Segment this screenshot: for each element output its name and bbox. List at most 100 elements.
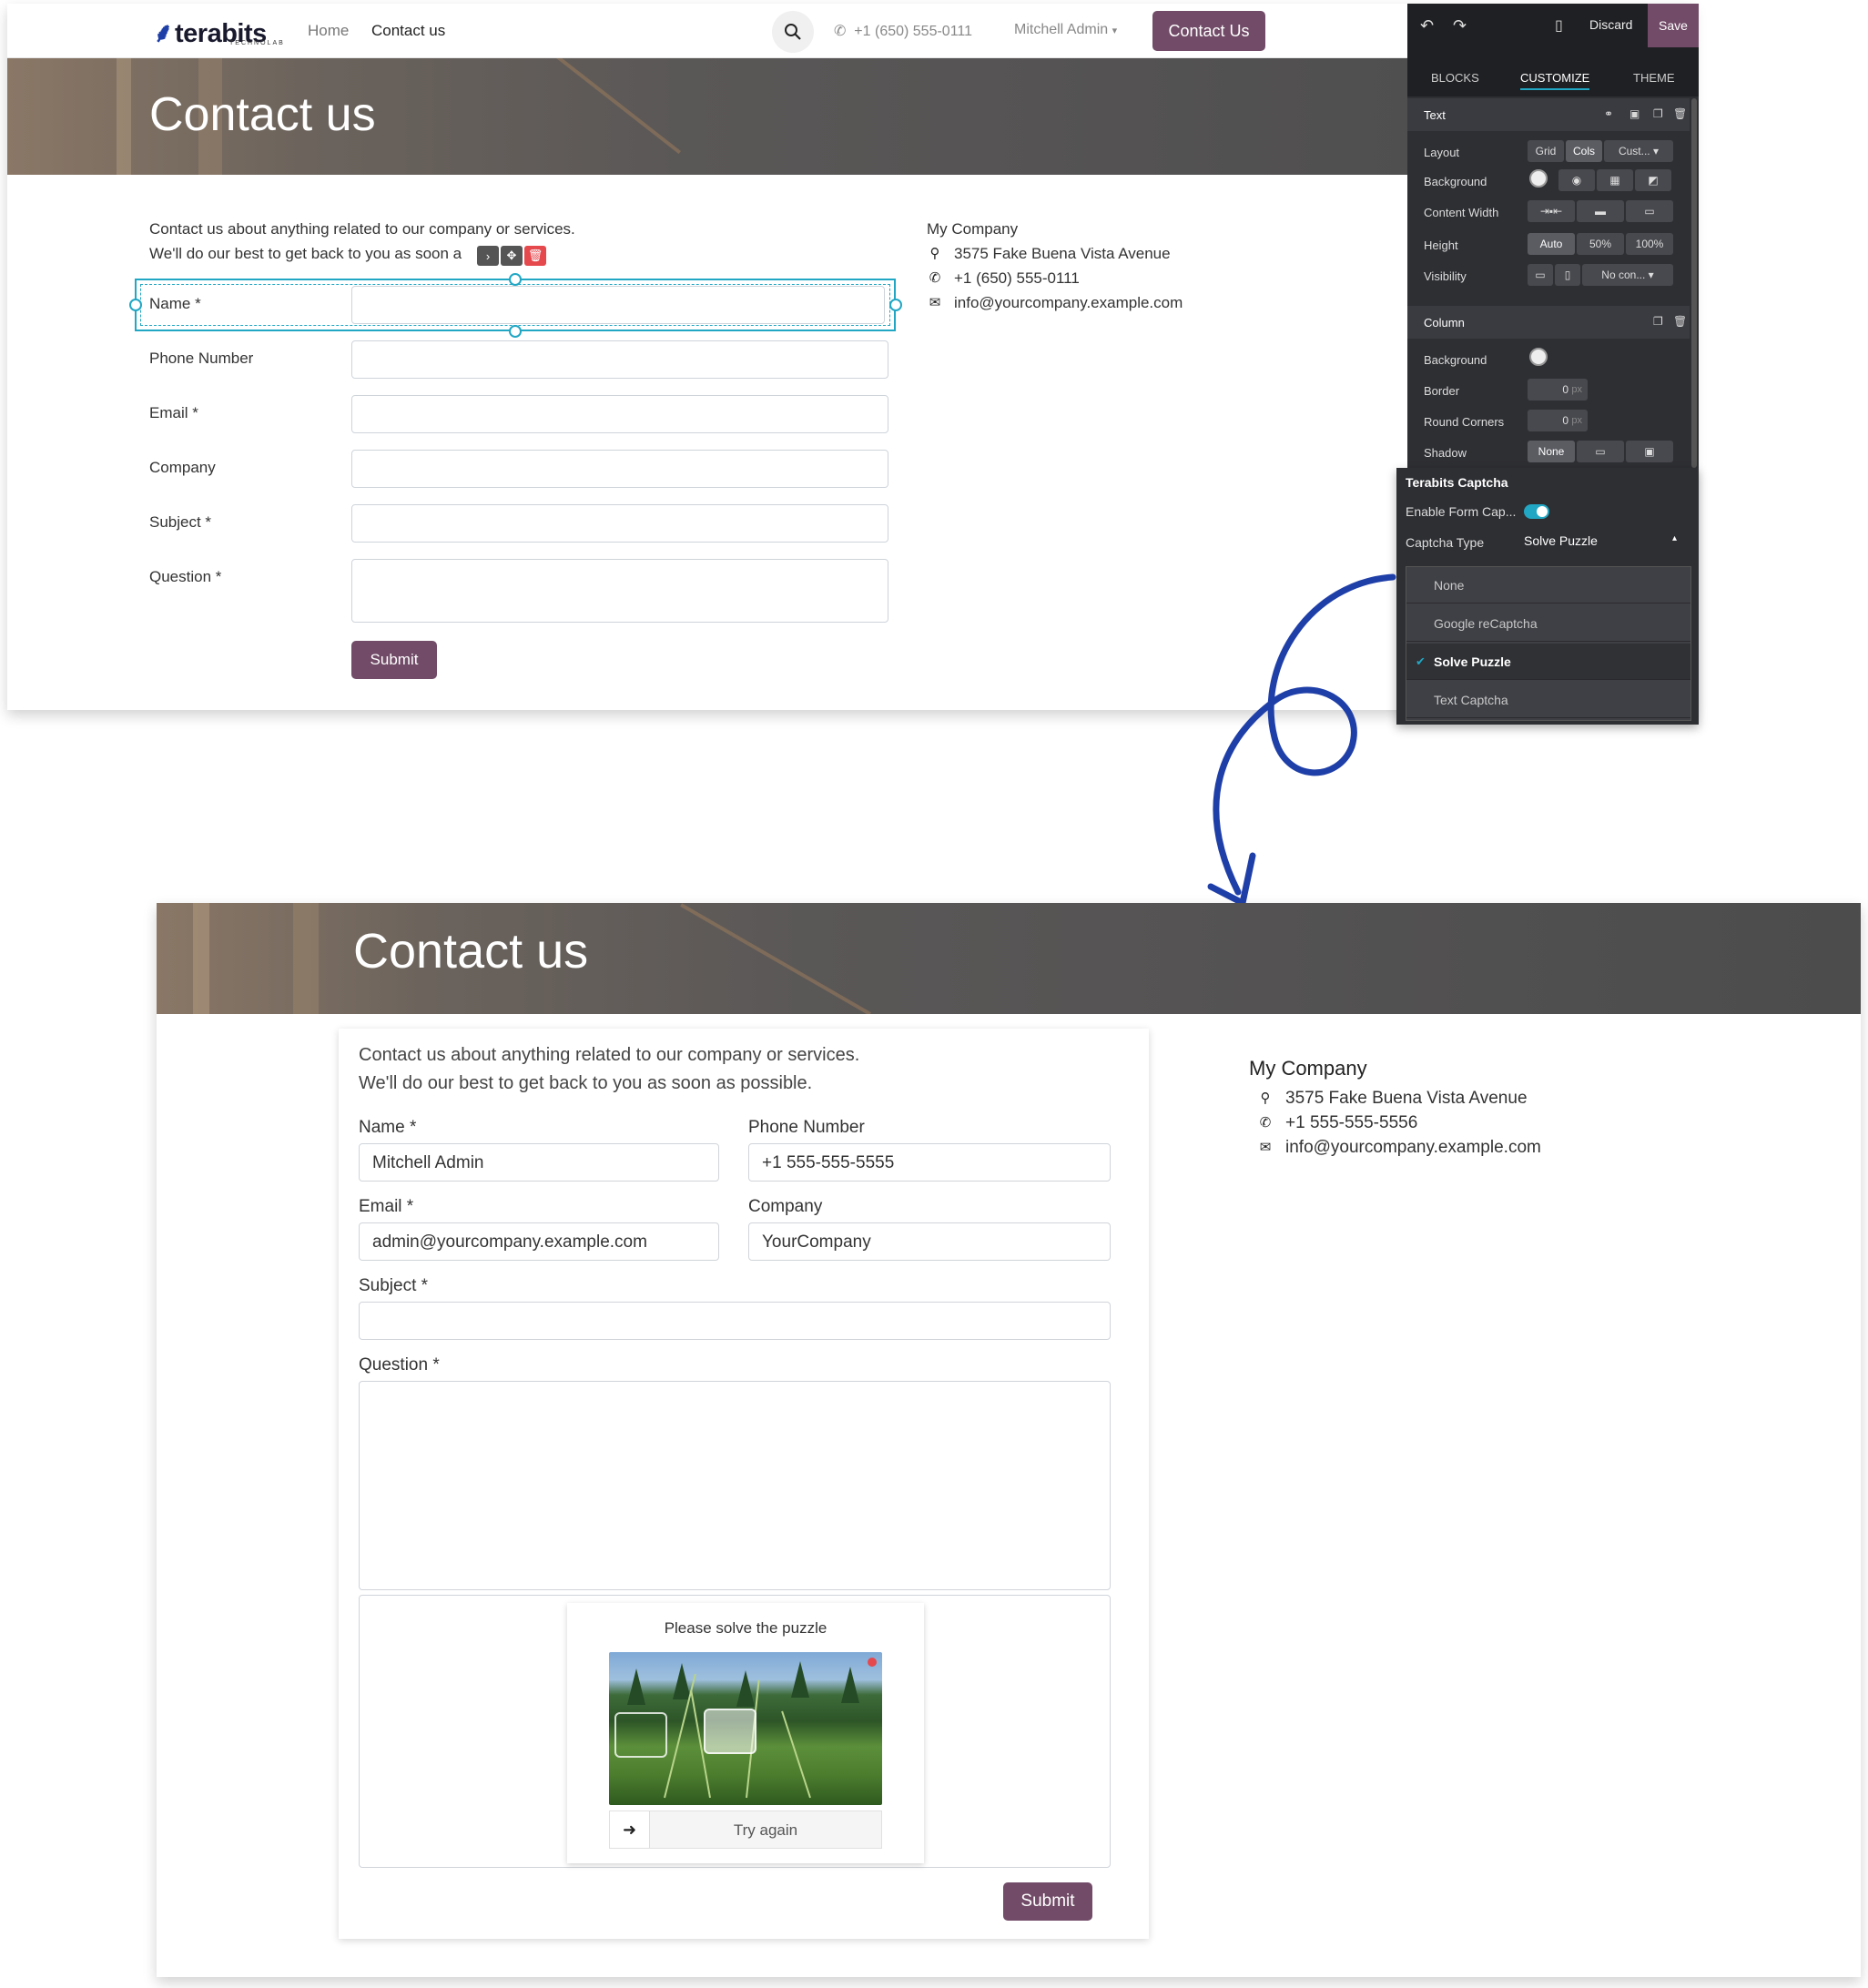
editor-scrollbar[interactable] bbox=[1691, 98, 1697, 468]
resize-handle[interactable] bbox=[129, 299, 142, 311]
width-regular-icon[interactable]: ▬ bbox=[1577, 200, 1624, 222]
mobile-icon[interactable]: ▯ bbox=[1555, 16, 1563, 35]
save-button[interactable]: Save bbox=[1648, 4, 1699, 47]
border-input[interactable]: 0 px bbox=[1528, 379, 1588, 401]
tab-customize[interactable]: CUSTOMIZE bbox=[1520, 71, 1590, 90]
company-label: Company bbox=[149, 459, 216, 476]
shadow-none-option[interactable]: None bbox=[1528, 441, 1575, 462]
subject-input[interactable] bbox=[351, 504, 888, 543]
link-icon[interactable]: ⚭ bbox=[1604, 107, 1613, 120]
camera-icon[interactable]: ◉ bbox=[1558, 169, 1595, 191]
trash-icon[interactable]: 🗑 bbox=[1673, 315, 1687, 328]
layout-custom-select[interactable]: Cust... ▾ bbox=[1604, 140, 1673, 162]
resize-handle[interactable] bbox=[509, 325, 522, 338]
puzzle-piece-icon[interactable] bbox=[614, 1712, 667, 1758]
captcha-option-text[interactable]: Text Captcha bbox=[1406, 682, 1690, 718]
contact-us-button[interactable]: Contact Us bbox=[1152, 11, 1265, 51]
discard-button[interactable]: Discard bbox=[1589, 17, 1632, 32]
background-color-picker[interactable] bbox=[1529, 169, 1548, 188]
phone-input[interactable]: +1 555-555-5555 bbox=[748, 1143, 1111, 1182]
shape-icon[interactable]: ◩ bbox=[1635, 169, 1671, 191]
column-background-label: Background bbox=[1424, 353, 1487, 367]
map-marker-icon: ⚲ bbox=[1260, 1090, 1271, 1106]
email-label: Email * bbox=[149, 404, 198, 421]
column-background-color-picker[interactable] bbox=[1529, 348, 1548, 366]
trash-icon[interactable]: 🗑 bbox=[1673, 107, 1687, 120]
shadow-inset-icon[interactable]: ▣ bbox=[1626, 441, 1673, 462]
desktop-visibility-icon[interactable]: ▭ bbox=[1528, 264, 1553, 286]
tab-theme[interactable]: THEME bbox=[1633, 71, 1675, 85]
resize-handle[interactable] bbox=[889, 299, 902, 311]
question-label: Question * bbox=[359, 1355, 440, 1374]
chevron-right-icon[interactable]: › bbox=[477, 246, 499, 266]
logo[interactable]: ⸙terabits TECHNOLAB bbox=[153, 13, 283, 50]
page-title: Contact us bbox=[149, 88, 376, 141]
arrow-right-icon[interactable]: ➜ bbox=[610, 1811, 650, 1848]
tab-blocks[interactable]: BLOCKS bbox=[1431, 71, 1479, 85]
save-snippet-icon[interactable]: ▣ bbox=[1629, 107, 1640, 120]
move-icon[interactable]: ✥ bbox=[501, 246, 523, 266]
mobile-visibility-icon[interactable]: ▯ bbox=[1555, 264, 1580, 286]
content-width-label: Content Width bbox=[1424, 206, 1499, 219]
nav-user-menu[interactable]: Mitchell Admin ▾ bbox=[1014, 22, 1117, 38]
name-input[interactable]: Mitchell Admin bbox=[359, 1143, 719, 1182]
round-corners-input[interactable]: 0 px bbox=[1528, 410, 1588, 431]
captcha-type-select[interactable]: Solve Puzzle ▴ bbox=[1524, 533, 1688, 548]
captcha-type-label: Captcha Type bbox=[1406, 535, 1485, 550]
video-icon[interactable]: ▦ bbox=[1597, 169, 1633, 191]
enable-captcha-toggle[interactable] bbox=[1524, 504, 1549, 519]
company-input[interactable]: YourCompany bbox=[748, 1222, 1111, 1261]
trash-icon[interactable]: 🗑 bbox=[524, 246, 546, 266]
puzzle-captcha: Please solve the puzzle ➜ Try again bbox=[567, 1603, 924, 1863]
resize-handle[interactable] bbox=[509, 273, 522, 286]
snippet-toolbar: › ✥ 🗑 bbox=[477, 246, 546, 266]
name-input[interactable] bbox=[351, 286, 885, 324]
shadow-outset-icon[interactable]: ▭ bbox=[1577, 441, 1624, 462]
phone-input[interactable] bbox=[351, 340, 888, 379]
visibility-select[interactable]: No con... ▾ bbox=[1582, 264, 1673, 286]
nav-home[interactable]: Home bbox=[308, 22, 349, 40]
submit-button[interactable]: Submit bbox=[351, 641, 437, 679]
captcha-option-none[interactable]: None bbox=[1406, 567, 1690, 604]
subject-input[interactable] bbox=[359, 1302, 1111, 1340]
email-input[interactable] bbox=[351, 395, 888, 433]
question-textarea[interactable] bbox=[359, 1381, 1111, 1590]
puzzle-slider[interactable]: ➜ Try again bbox=[609, 1810, 882, 1849]
company-input[interactable] bbox=[351, 450, 888, 488]
company-name: My Company bbox=[1249, 1057, 1367, 1080]
chevron-down-icon: ▾ bbox=[1653, 145, 1660, 157]
nav-phone[interactable]: ✆ +1 (650) 555-0111 bbox=[834, 22, 972, 40]
height-auto-option[interactable]: Auto bbox=[1528, 233, 1575, 255]
undo-icon[interactable]: ↶ bbox=[1420, 16, 1434, 36]
website-editor-panel: ↶ ↷ ▯ Discard Save BLOCKS CUSTOMIZE THEM… bbox=[1407, 4, 1699, 468]
copy-icon[interactable]: ❐ bbox=[1653, 107, 1663, 120]
refresh-dot-icon[interactable] bbox=[868, 1658, 877, 1667]
company-label: Company bbox=[748, 1197, 823, 1216]
copy-icon[interactable]: ❐ bbox=[1653, 315, 1663, 328]
chevron-down-icon: ▾ bbox=[1112, 25, 1118, 36]
email-input[interactable]: admin@yourcompany.example.com bbox=[359, 1222, 719, 1261]
width-small-icon[interactable]: ⇥▪⇤ bbox=[1528, 200, 1575, 222]
intro-text: Contact us about anything related to our… bbox=[359, 1045, 860, 1093]
nav-contact[interactable]: Contact us bbox=[371, 22, 445, 40]
envelope-icon: ✉ bbox=[929, 295, 941, 310]
subject-label: Subject * bbox=[359, 1276, 429, 1295]
text-section-header: Text ⚭ ▣ ❐ 🗑 bbox=[1407, 98, 1690, 131]
captcha-section-title: Terabits Captcha bbox=[1406, 475, 1508, 490]
height-100-option[interactable]: 100% bbox=[1626, 233, 1673, 255]
layout-grid-option[interactable]: Grid bbox=[1528, 140, 1564, 162]
question-textarea[interactable] bbox=[351, 559, 888, 623]
phone-icon: ✆ bbox=[929, 270, 941, 286]
captcha-option-recaptcha[interactable]: Google reCaptcha bbox=[1406, 605, 1690, 642]
captcha-option-puzzle[interactable]: ✔ Solve Puzzle bbox=[1406, 644, 1690, 680]
height-50-option[interactable]: 50% bbox=[1577, 233, 1624, 255]
layout-cols-option[interactable]: Cols bbox=[1566, 140, 1602, 162]
captcha-type-dropdown: None Google reCaptcha ✔ Solve Puzzle Text… bbox=[1406, 566, 1691, 721]
search-button[interactable] bbox=[772, 11, 814, 53]
puzzle-image bbox=[609, 1652, 882, 1805]
submit-button[interactable]: Submit bbox=[1003, 1882, 1092, 1921]
redo-icon[interactable]: ↷ bbox=[1453, 16, 1467, 36]
page-title: Contact us bbox=[353, 924, 589, 979]
width-full-icon[interactable]: ▭ bbox=[1626, 200, 1673, 222]
subject-label: Subject * bbox=[149, 513, 212, 531]
